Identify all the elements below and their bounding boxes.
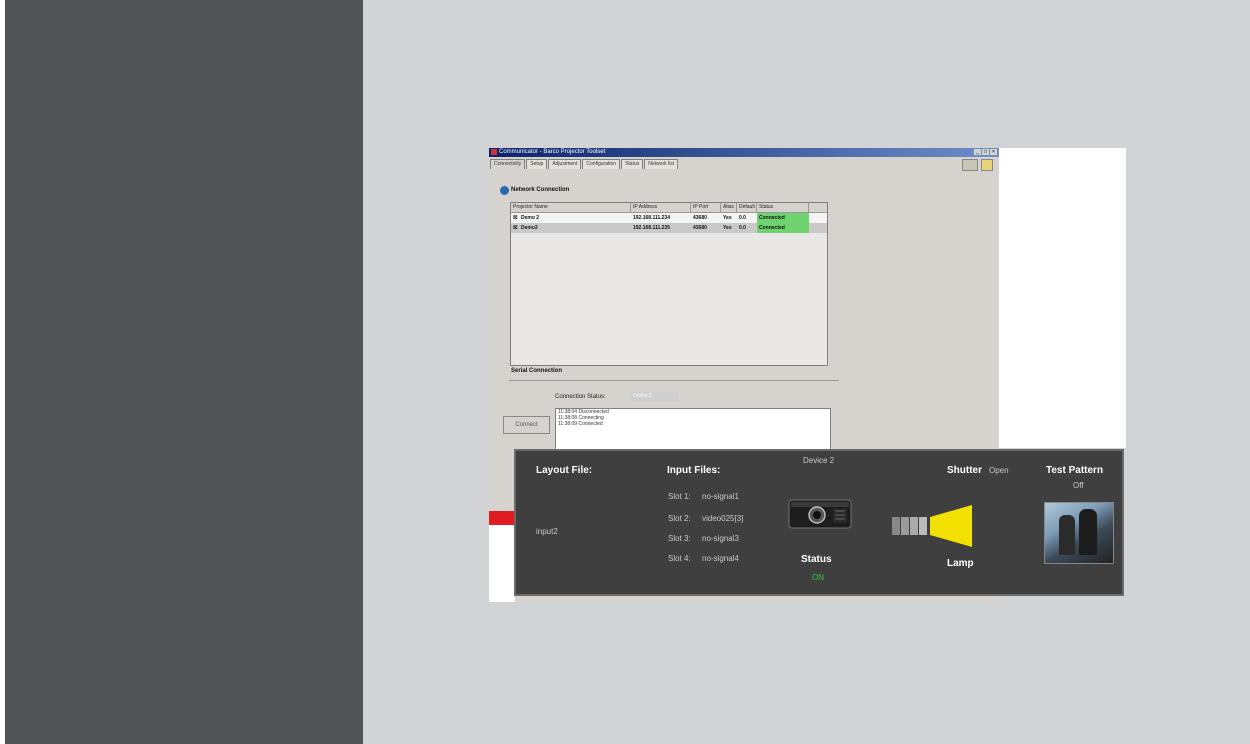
connect-button[interactable]: Connect: [503, 416, 550, 434]
connection-log[interactable]: 11:38:04 Disconnected 11:38:08 Connectin…: [555, 408, 831, 450]
tab-status[interactable]: Status: [621, 159, 644, 169]
window-titlebar: Communicator - Barco Projector Toolset _…: [489, 148, 999, 157]
column-header[interactable]: IP Address: [631, 203, 691, 212]
status-value: ON: [812, 573, 824, 582]
connection-status-label: Connection Status:: [555, 394, 606, 400]
network-connection-header: Network Connection: [511, 187, 570, 193]
ip-port: 43680: [693, 215, 707, 221]
slot-label: Slot 1:: [668, 492, 691, 501]
ip-address: 192.168.111.234: [633, 215, 670, 221]
slot-value: video025[3]: [702, 514, 744, 523]
shutter-value: Open: [989, 466, 1009, 475]
tab-setup[interactable]: Setup: [526, 159, 548, 169]
slot-value: no-signal1: [702, 492, 739, 501]
log-line: 11:38:09 Connected: [558, 421, 603, 427]
status-label: Status: [801, 554, 832, 565]
default: 0.0: [739, 225, 746, 231]
shutter-label: Shutter: [947, 465, 982, 476]
status-badge: Connected: [757, 213, 809, 223]
projector-name: Demo3: [521, 225, 538, 231]
ip-port: 43680: [693, 225, 707, 231]
default: 0.0: [739, 215, 746, 221]
lamp-icon: [892, 505, 972, 547]
alias: Yes: [723, 225, 732, 231]
column-header[interactable]: Default: [737, 203, 757, 212]
serial-connection-header[interactable]: Serial Connection: [511, 368, 562, 374]
projector-icon: [788, 499, 852, 529]
app-icon: [491, 149, 497, 155]
column-header[interactable]: Alias: [721, 203, 737, 212]
column-header[interactable]: Projector Name: [511, 203, 631, 212]
column-header[interactable]: IP Port: [691, 203, 721, 212]
alias: Yes: [723, 215, 732, 221]
status-badge: Connected: [757, 223, 809, 233]
maximize-icon[interactable]: □: [982, 149, 989, 155]
slot-label: Slot 4:: [668, 554, 691, 563]
test-pattern-label: Test Pattern: [1046, 465, 1104, 476]
table-row[interactable]: ☒ Demo3 192.168.111.235 43680 Yes 0.0 Co…: [511, 223, 827, 233]
white-block-right: [999, 148, 1126, 448]
globe-icon: [500, 186, 509, 195]
layout-file-value: input2: [536, 527, 558, 536]
test-pattern-thumbnail[interactable]: [1044, 502, 1114, 564]
tab-connectivity[interactable]: Connectivity: [490, 159, 526, 169]
row-checkbox[interactable]: ☒: [511, 213, 519, 223]
slot-value: no-signal4: [702, 554, 739, 563]
projector-list[interactable]: Projector Name IP Address IP Port Alias …: [510, 202, 828, 366]
table-row[interactable]: ☒ Demo 2 192.168.111.234 43680 Yes 0.0 C…: [511, 213, 827, 223]
tab-adjustment[interactable]: Adjustment: [548, 159, 582, 169]
ip-address: 192.168.111.235: [633, 225, 670, 231]
divider: [509, 380, 839, 381]
column-header[interactable]: Status: [757, 203, 809, 212]
test-pattern-value: Off: [1073, 481, 1084, 490]
slot-label: Slot 3:: [668, 534, 691, 543]
projector-status-panel: Layout File: input2 Input Files: Slot 1:…: [514, 449, 1124, 596]
left-dark-panel: [5, 0, 363, 744]
tab-bar: Connectivity Setup Adjustment Configurat…: [490, 159, 679, 169]
connection-status-value: Online 2: [629, 392, 679, 401]
layout-file-label: Layout File:: [536, 465, 593, 476]
white-block: [489, 525, 515, 602]
window-title: Communicator - Barco Projector Toolset: [499, 149, 606, 155]
lamp-label: Lamp: [947, 558, 974, 569]
close-icon[interactable]: ×: [990, 149, 997, 155]
row-checkbox[interactable]: ☒: [511, 223, 519, 233]
toolbar-icon[interactable]: [962, 159, 978, 171]
tab-configuration[interactable]: Configuration: [582, 159, 621, 169]
brand-red-bar: [489, 511, 515, 525]
list-header: Projector Name IP Address IP Port Alias …: [511, 203, 827, 213]
tab-network-list[interactable]: Network list: [644, 159, 679, 169]
projector-name: Demo 2: [521, 215, 540, 221]
input-files-label: Input Files:: [667, 465, 721, 476]
folder-icon[interactable]: [981, 159, 993, 171]
device-name: Device 2: [803, 456, 835, 465]
minimize-icon[interactable]: _: [974, 149, 981, 155]
slot-label: Slot 2:: [668, 514, 691, 523]
slot-value: no-signal3: [702, 534, 739, 543]
